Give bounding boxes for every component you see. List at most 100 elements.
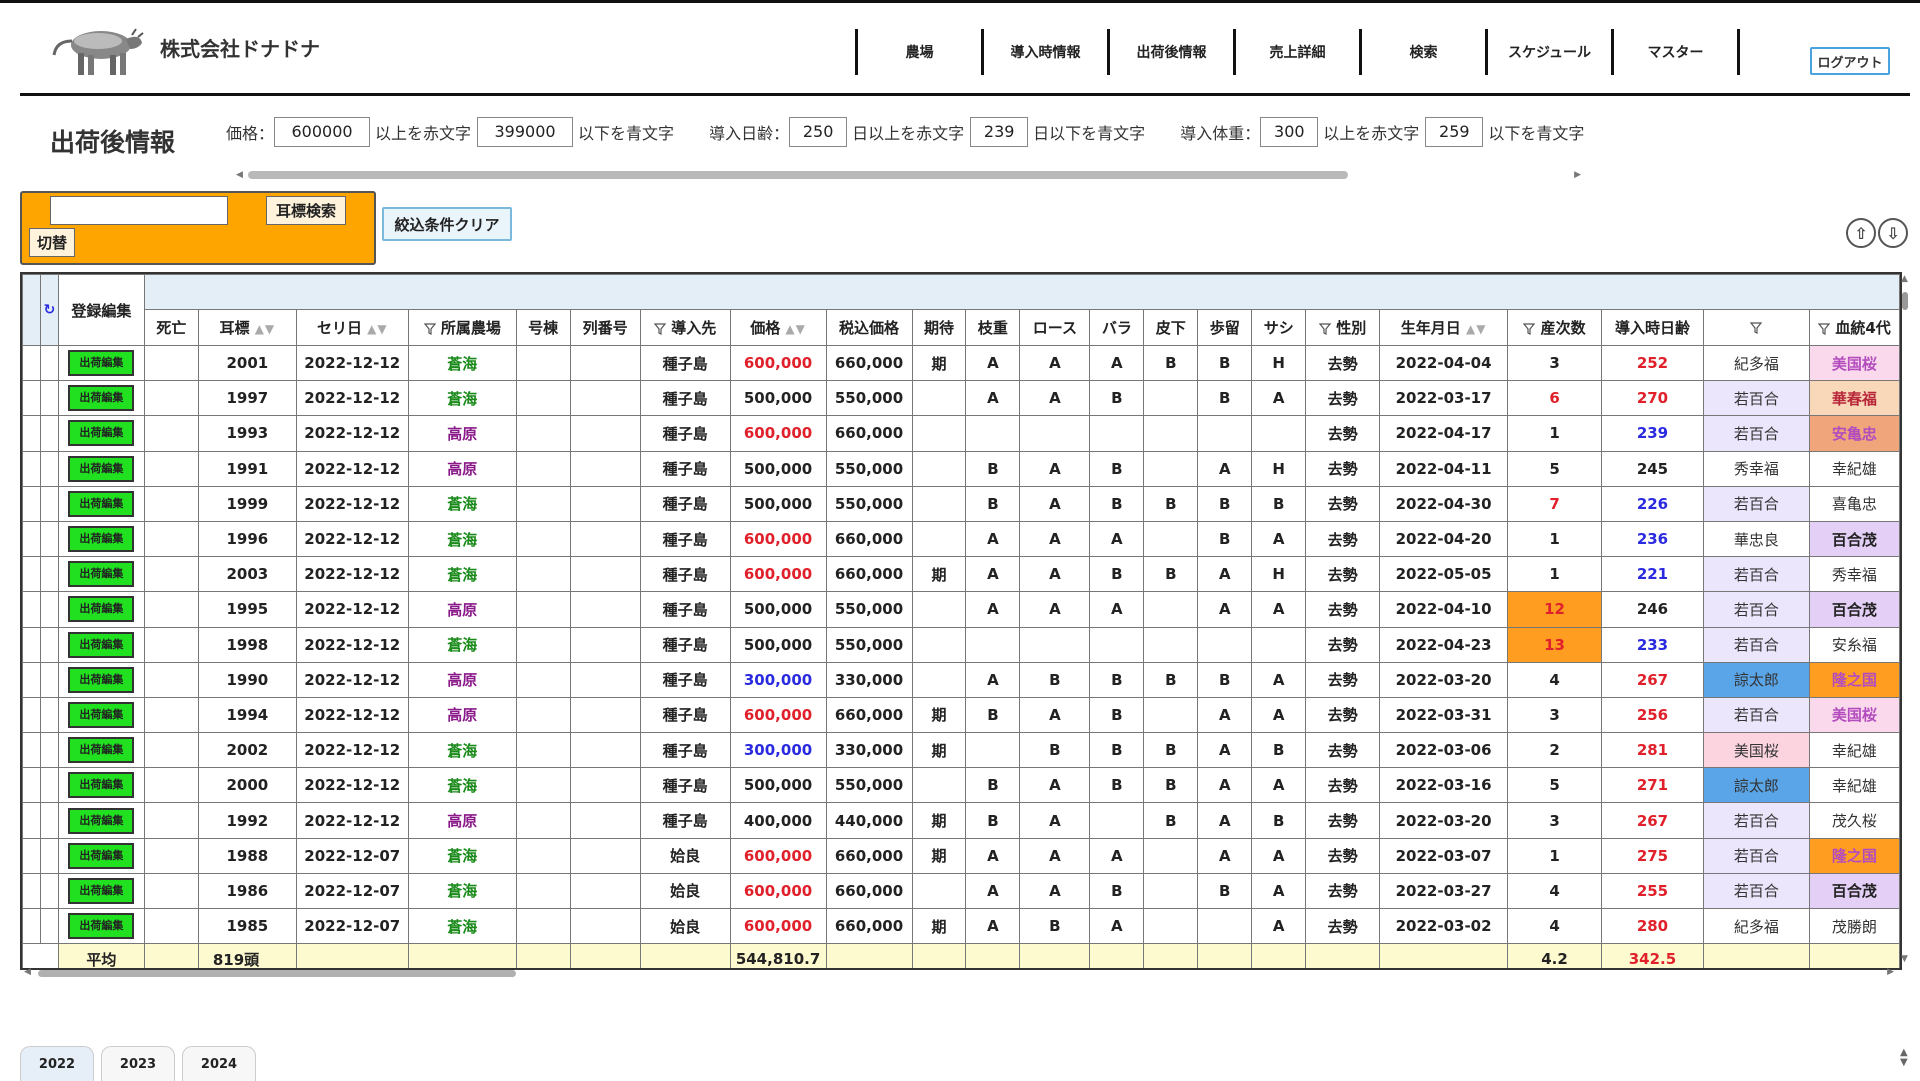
tab-2024[interactable]: 2024 xyxy=(182,1046,256,1081)
shipment-edit-button[interactable]: 出荷編集 xyxy=(68,807,135,834)
shipment-edit-button[interactable]: 出荷編集 xyxy=(68,877,135,904)
shipment-edit-button[interactable]: 出荷編集 xyxy=(68,842,135,869)
column-header[interactable]: 皮下 xyxy=(1143,309,1199,346)
tab-2022[interactable]: 2022 xyxy=(20,1046,94,1081)
nav-farm[interactable]: 農場 xyxy=(855,29,981,75)
hscroll-right-icon[interactable]: ▶ xyxy=(1887,967,1894,977)
nav-intro-info[interactable]: 導入時情報 xyxy=(981,29,1107,75)
column-header[interactable]: 性別 xyxy=(1305,309,1381,346)
table-row[interactable]: 出荷編集 2003 2022-12-12 蒼海 種子島 600,000 660,000 期 A A… xyxy=(22,556,1900,593)
shipment-edit-button[interactable]: 出荷編集 xyxy=(68,772,135,799)
filter-funnel-icon[interactable] xyxy=(1523,322,1536,335)
shipment-edit-button[interactable]: 出荷編集 xyxy=(68,596,135,623)
column-header[interactable]: 価格 ▲▼ xyxy=(729,309,827,346)
column-header[interactable]: 導入時日齢 xyxy=(1601,309,1704,346)
price-red-input[interactable]: 600000 xyxy=(274,117,371,147)
filter-funnel-icon[interactable] xyxy=(1750,322,1763,334)
refresh-icon[interactable]: ↻ xyxy=(39,274,59,346)
table-row[interactable]: 出荷編集 1994 2022-12-12 高原 種子島 600,000 660,000 期 B A… xyxy=(22,696,1900,734)
filter-funnel-icon[interactable] xyxy=(653,322,666,335)
age-blue-input[interactable]: 239 xyxy=(970,117,1029,147)
sort-icon[interactable]: ▲▼ xyxy=(250,322,276,336)
vscroll-thumb[interactable] xyxy=(1902,292,1908,310)
column-header[interactable]: 生年月日 ▲▼ xyxy=(1379,309,1509,346)
nav-schedule[interactable]: スケジュール xyxy=(1485,29,1611,75)
filter-funnel-icon[interactable] xyxy=(1818,322,1831,335)
column-header[interactable]: 死亡 xyxy=(143,309,199,346)
column-header[interactable]: 列番号 xyxy=(569,309,641,346)
filter-funnel-icon[interactable] xyxy=(1319,322,1332,335)
shipment-edit-button[interactable]: 出荷編集 xyxy=(68,701,135,728)
tab-2023[interactable]: 2023 xyxy=(101,1046,175,1081)
table-row[interactable]: 出荷編集 1991 2022-12-12 高原 種子島 500,000 550,000 B A B… xyxy=(22,450,1900,487)
table-row[interactable]: 出荷編集 1995 2022-12-12 高原 種子島 500,000 550,000 A A A… xyxy=(22,591,1900,628)
hscroll-left-icon[interactable]: ◀ xyxy=(24,967,31,977)
column-header[interactable]: サシ xyxy=(1251,309,1307,346)
table-row[interactable]: 出荷編集 2001 2022-12-12 蒼海 種子島 600,000 660,000 期 A A… xyxy=(22,344,1900,382)
table-row[interactable]: 出荷編集 1993 2022-12-12 高原 種子島 600,000 660,000 去勢 2… xyxy=(22,415,1900,452)
table-row[interactable]: 出荷編集 1998 2022-12-12 蒼海 種子島 500,000 550,000 去勢 2… xyxy=(22,626,1900,663)
vscroll-up-icon[interactable]: ▲ xyxy=(1901,274,1908,284)
table-row[interactable]: 出荷編集 1985 2022-12-07 蒼海 姶良 600,000 660,000 期 A B A… xyxy=(22,907,1900,945)
nav-sales-detail[interactable]: 売上詳細 xyxy=(1233,29,1359,75)
nav-shipping-info[interactable]: 出荷後情報 xyxy=(1107,29,1233,75)
shipment-edit-button[interactable]: 出荷編集 xyxy=(68,385,135,412)
table-row[interactable]: 出荷編集 1992 2022-12-12 高原 種子島 400,000 440,000 期 B A… xyxy=(22,802,1900,839)
clear-filters-button[interactable]: 絞込条件クリア xyxy=(382,207,512,241)
column-header[interactable]: 導入先 xyxy=(639,309,731,346)
filter-funnel-icon[interactable] xyxy=(423,322,436,335)
sort-icon[interactable]: ▲▼ xyxy=(780,322,806,336)
shipment-edit-button[interactable]: 出荷編集 xyxy=(68,561,135,588)
shipment-edit-button[interactable]: 出荷編集 xyxy=(68,420,135,447)
table-vscroll[interactable]: ▲ ▼ xyxy=(1898,272,1912,966)
scroll-left-icon[interactable]: ◀ xyxy=(236,170,243,180)
shipment-edit-button[interactable]: 出荷編集 xyxy=(68,526,135,553)
table-row[interactable]: 出荷編集 1988 2022-12-07 蒼海 姶良 600,000 660,000 期 A A A… xyxy=(22,837,1900,874)
weight-red-input[interactable]: 300 xyxy=(1260,117,1319,147)
filter-scrollbar[interactable]: ◀ ▶ xyxy=(236,170,1581,180)
sort-icon[interactable]: ▲▼ xyxy=(362,322,388,336)
switch-button[interactable]: 切替 xyxy=(29,228,75,257)
table-row[interactable]: 出荷編集 1999 2022-12-12 蒼海 種子島 500,000 550,000 B A B… xyxy=(22,485,1900,522)
scroll-right-icon[interactable]: ▶ xyxy=(1574,170,1581,180)
column-header[interactable]: 税込価格 xyxy=(825,309,913,346)
column-header[interactable]: 産次数 xyxy=(1507,309,1602,346)
shipment-edit-button[interactable]: 出荷編集 xyxy=(68,350,135,377)
column-header[interactable]: 耳標 ▲▼ xyxy=(197,309,297,346)
ear-search-button[interactable]: 耳標検索 xyxy=(266,196,346,225)
shipment-edit-button[interactable]: 出荷編集 xyxy=(68,913,135,940)
table-row[interactable]: 出荷編集 2002 2022-12-12 蒼海 種子島 300,000 330,000 期 B B… xyxy=(22,732,1900,769)
table-row[interactable]: 出荷編集 1990 2022-12-12 高原 種子島 300,000 330,000 A B B… xyxy=(22,661,1900,698)
table-row[interactable]: 出荷編集 2000 2022-12-12 蒼海 種子島 500,000 550,000 B A B… xyxy=(22,767,1900,804)
shipment-edit-button[interactable]: 出荷編集 xyxy=(68,666,135,693)
price-blue-input[interactable]: 399000 xyxy=(477,117,574,147)
column-header[interactable] xyxy=(1702,309,1810,346)
scroll-up-icon[interactable]: ⇧ xyxy=(1846,218,1876,248)
nav-search[interactable]: 検索 xyxy=(1359,29,1485,75)
column-header[interactable]: セリ日 ▲▼ xyxy=(295,309,409,346)
column-header[interactable]: ロース xyxy=(1019,309,1091,346)
table-hscroll[interactable]: ◀ ▶ xyxy=(24,966,1894,980)
table-row[interactable]: 出荷編集 1996 2022-12-12 蒼海 種子島 600,000 660,000 A A A… xyxy=(22,520,1900,558)
shipment-edit-button[interactable]: 出荷編集 xyxy=(68,631,135,658)
vscroll-down-icon[interactable]: ▼ xyxy=(1901,954,1908,964)
scroll-thumb[interactable] xyxy=(248,171,1348,179)
column-header[interactable]: バラ xyxy=(1089,309,1145,346)
table-row[interactable]: 出荷編集 1997 2022-12-12 蒼海 種子島 500,000 550,000 A A B… xyxy=(22,380,1900,417)
column-header[interactable]: 血統4代 xyxy=(1808,309,1900,346)
column-header[interactable]: 期待 xyxy=(911,309,967,346)
table-row[interactable]: 出荷編集 1986 2022-12-07 蒼海 姶良 600,000 660,000 A A B B… xyxy=(22,872,1900,910)
nav-master[interactable]: マスター xyxy=(1611,29,1737,75)
shipment-edit-button[interactable]: 出荷編集 xyxy=(68,455,135,482)
hscroll-thumb[interactable] xyxy=(38,970,516,977)
column-header[interactable]: 所属農場 xyxy=(407,309,517,346)
scroll-down-icon[interactable]: ⇩ xyxy=(1878,218,1908,248)
sort-icon[interactable]: ▲▼ xyxy=(1461,322,1487,336)
column-header[interactable]: 号棟 xyxy=(515,309,571,346)
shipment-edit-button[interactable]: 出荷編集 xyxy=(68,737,135,764)
shipment-edit-button[interactable]: 出荷編集 xyxy=(68,490,135,517)
weight-blue-input[interactable]: 259 xyxy=(1425,117,1484,147)
age-red-input[interactable]: 250 xyxy=(789,117,848,147)
ear-tag-input[interactable] xyxy=(50,196,228,225)
page-scroll-icon[interactable]: ▲ ▼ xyxy=(1900,1048,1908,1068)
